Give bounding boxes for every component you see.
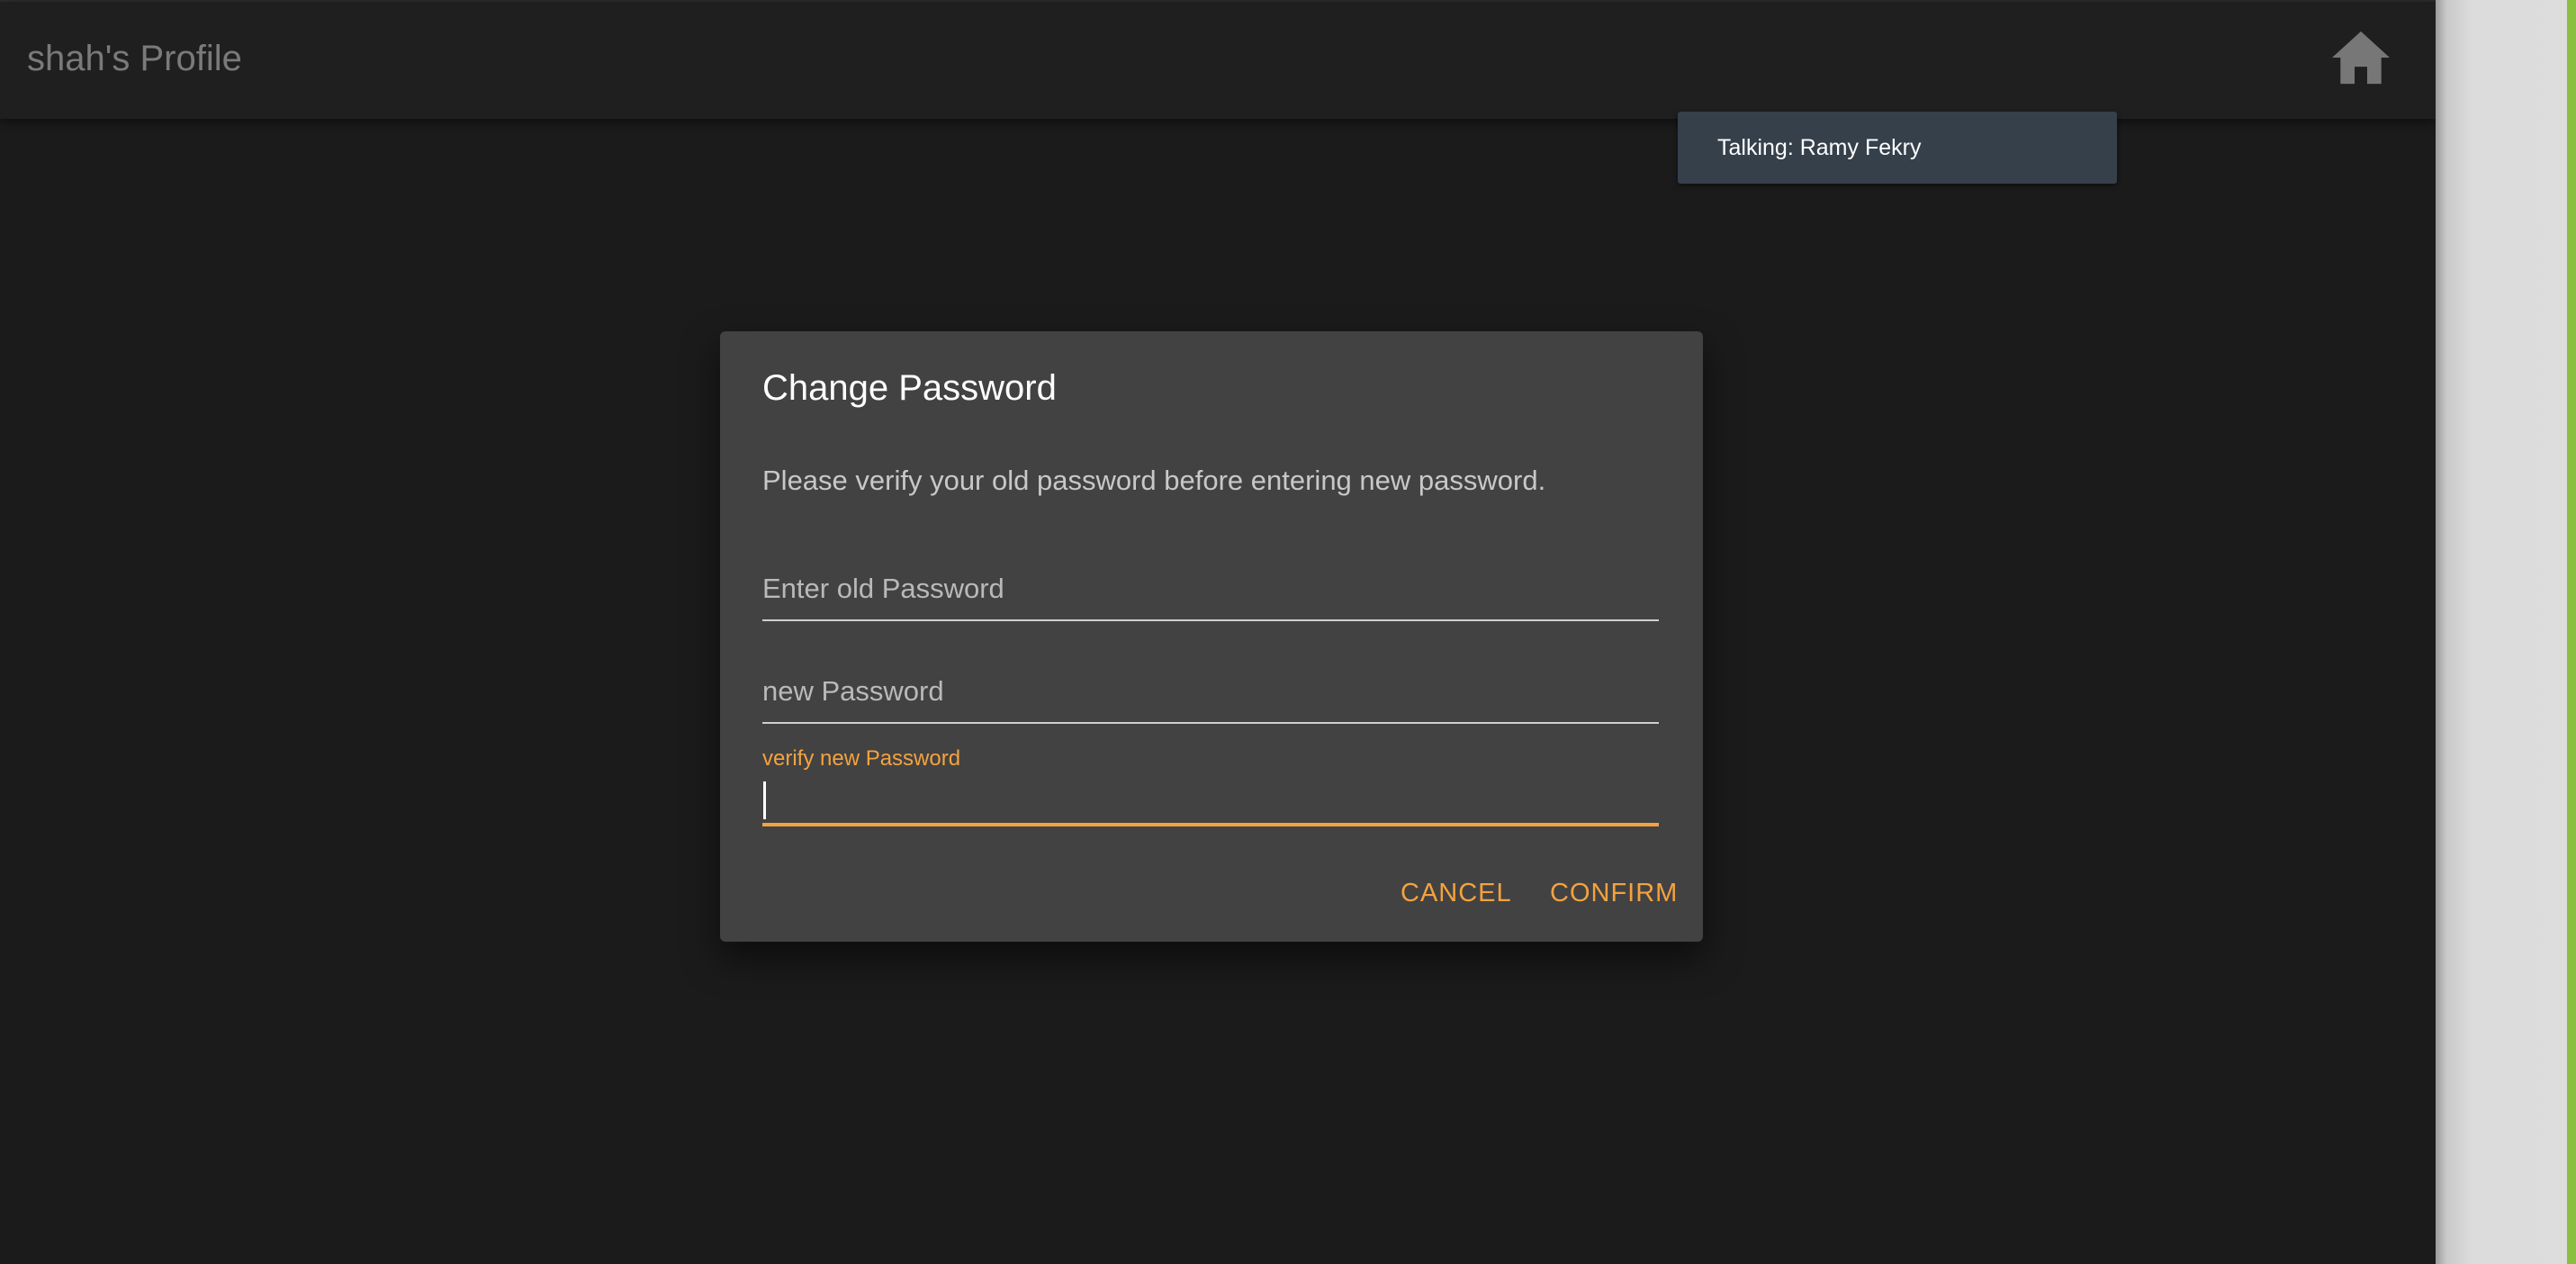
side-panel bbox=[2436, 0, 2576, 1264]
new-password-label: new Password bbox=[762, 675, 944, 707]
home-icon bbox=[2332, 31, 2390, 85]
page-title: shah's Profile bbox=[27, 39, 242, 78]
dialog-message: Please verify your old password before e… bbox=[762, 465, 1546, 496]
confirm-button[interactable]: CONFIRM bbox=[1550, 877, 1678, 909]
new-password-field[interactable]: new Password bbox=[762, 673, 1659, 731]
talking-toast: Talking: Ramy Fekry bbox=[1678, 112, 2117, 184]
home-button[interactable] bbox=[2329, 29, 2392, 86]
new-password-underline bbox=[762, 722, 1659, 724]
verify-password-label: verify new Password bbox=[762, 746, 961, 771]
old-password-label: Enter old Password bbox=[762, 573, 1004, 604]
top-app-bar: shah's Profile bbox=[0, 2, 2436, 119]
verify-password-field[interactable]: verify new Password bbox=[762, 745, 1659, 835]
side-accent-bar bbox=[2567, 0, 2576, 1264]
change-password-dialog: Change Password Please verify your old p… bbox=[720, 331, 1703, 942]
verify-password-underline bbox=[762, 823, 1659, 826]
app-window: shah's Profile Talking: Ramy Fekry Chang… bbox=[0, 0, 2436, 1264]
text-caret bbox=[763, 781, 766, 819]
cancel-button[interactable]: CANCEL bbox=[1401, 877, 1512, 909]
old-password-field[interactable]: Enter old Password bbox=[762, 571, 1659, 628]
toast-text: Talking: Ramy Fekry bbox=[1717, 135, 1922, 160]
old-password-underline bbox=[762, 619, 1659, 621]
dialog-title: Change Password bbox=[762, 368, 1057, 408]
